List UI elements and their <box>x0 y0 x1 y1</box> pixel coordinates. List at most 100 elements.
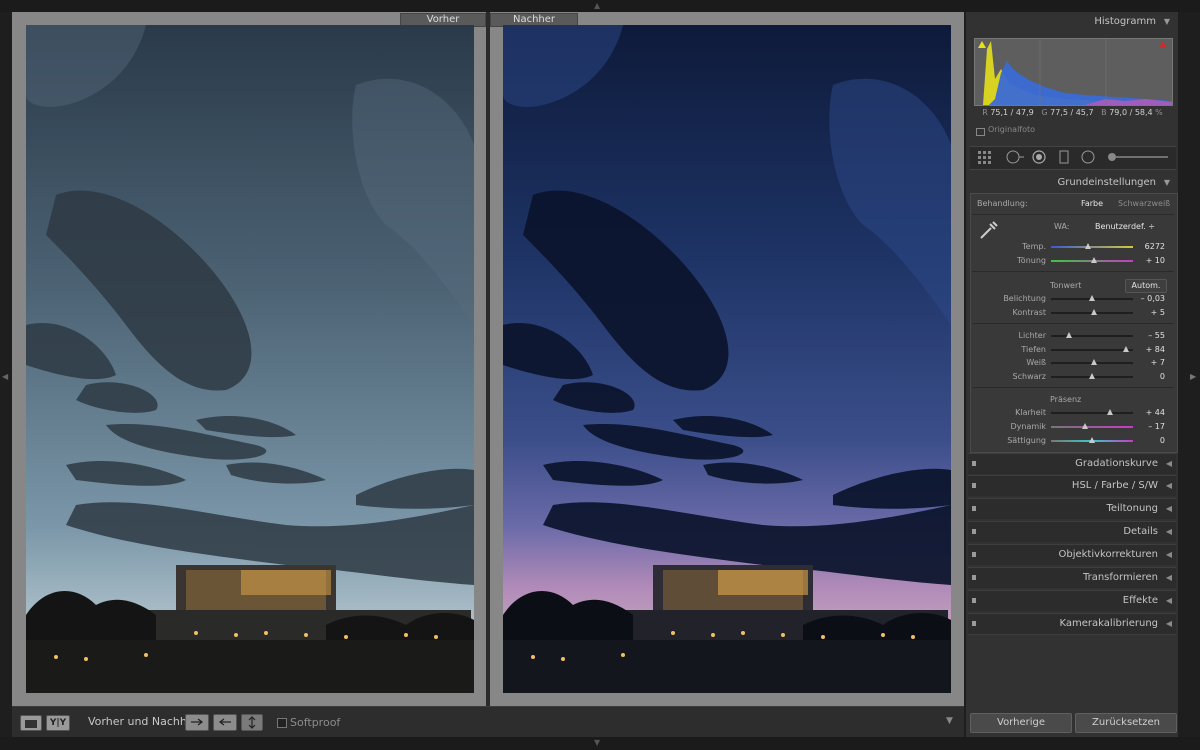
collapsed-panel-header[interactable]: Effekte ◀ <box>968 590 1176 611</box>
toolbar-options-dropdown-icon[interactable]: ▼ <box>946 716 953 726</box>
collapsed-panel-header[interactable]: Kamerakalibrierung ◀ <box>968 613 1176 634</box>
panel-switch-icon[interactable] <box>972 461 976 466</box>
slider-value[interactable]: – 17 <box>1125 422 1165 431</box>
panel-switch-icon[interactable] <box>972 575 976 580</box>
loupe-view-button[interactable] <box>20 715 42 731</box>
after-photo-image <box>503 25 951 693</box>
panel-switch-icon[interactable] <box>972 621 976 626</box>
expand-triangle-icon[interactable]: ◀ <box>1166 476 1172 496</box>
left-panel-edge[interactable] <box>0 12 12 706</box>
left-panel-arrow-icon[interactable]: ◀ <box>2 372 8 381</box>
slider-thumb[interactable] <box>1091 359 1098 365</box>
slider-value[interactable]: – 55 <box>1125 331 1165 340</box>
original-photo-checkbox[interactable] <box>976 128 985 136</box>
collapsed-panel-header[interactable]: Gradationskurve ◀ <box>968 453 1176 474</box>
slider-value[interactable]: + 5 <box>1125 308 1165 317</box>
swap-before-after-button[interactable] <box>241 714 263 731</box>
before-photo[interactable] <box>26 25 474 693</box>
slider-thumb[interactable] <box>1090 309 1097 315</box>
collapsed-panel-header[interactable]: Teiltonung ◀ <box>968 498 1176 519</box>
presence-label: Präsenz <box>1050 395 1082 404</box>
collapsed-panel-title: Teiltonung <box>1106 503 1158 514</box>
collapsed-panel-header[interactable]: Details ◀ <box>968 521 1176 542</box>
collapsed-panel-header[interactable]: Objektivkorrekturen ◀ <box>968 544 1176 565</box>
collapse-triangle-icon[interactable]: ▼ <box>1164 12 1170 32</box>
expand-triangle-icon[interactable]: ◀ <box>1166 614 1172 634</box>
top-grip-icon[interactable]: ▲ <box>594 1 600 10</box>
slider-thumb[interactable] <box>1084 243 1091 249</box>
slider-label: Weiß <box>1026 358 1046 367</box>
graduated-filter-icon[interactable] <box>1058 150 1070 164</box>
before-after-view-button[interactable]: Y|Y <box>46 715 70 731</box>
slider-value[interactable]: 6272 <box>1125 242 1165 251</box>
slider-label: Temp. <box>1022 242 1046 251</box>
collapsed-panel-title: HSL / Farbe / S/W <box>1071 480 1158 491</box>
panel-switch-icon[interactable] <box>972 506 976 511</box>
divider <box>972 323 1174 324</box>
slider-value[interactable]: + 44 <box>1125 408 1165 417</box>
bottom-grip-icon[interactable]: ▼ <box>594 738 600 747</box>
copy-before-to-after-button[interactable] <box>185 714 209 731</box>
slider-track[interactable] <box>1051 412 1133 414</box>
histogram-header[interactable]: Histogramm ▼ <box>968 12 1176 32</box>
slider-thumb[interactable] <box>1089 295 1095 301</box>
radial-filter-icon[interactable] <box>1080 150 1096 164</box>
slider-value[interactable]: + 7 <box>1125 358 1165 367</box>
expand-triangle-icon[interactable]: ◀ <box>1166 568 1172 588</box>
collapsed-panel-header[interactable]: Transformieren ◀ <box>968 567 1176 588</box>
slider-value[interactable]: + 10 <box>1125 256 1165 265</box>
expand-triangle-icon[interactable]: ◀ <box>1166 522 1172 542</box>
expand-triangle-icon[interactable]: ◀ <box>1166 591 1172 611</box>
slider-thumb[interactable] <box>1089 373 1095 379</box>
previous-button[interactable]: Vorherige <box>970 713 1072 733</box>
slider-value[interactable]: + 84 <box>1125 345 1165 354</box>
slider-label: Belichtung <box>1003 294 1046 303</box>
softproof-checkbox[interactable] <box>277 718 287 728</box>
slider-thumb[interactable] <box>1089 437 1095 443</box>
white-balance-select[interactable]: Benutzerdef. ÷ <box>1095 222 1155 231</box>
panel-switch-icon[interactable] <box>972 552 976 557</box>
collapsed-panel-title: Gradationskurve <box>1075 458 1158 469</box>
slider-track[interactable] <box>1051 335 1133 337</box>
eyedropper-icon[interactable] <box>978 219 1000 241</box>
reset-button[interactable]: Zurücksetzen <box>1075 713 1177 733</box>
expand-triangle-icon[interactable]: ◀ <box>1166 499 1172 519</box>
collapsed-panel-title: Transformieren <box>1082 572 1158 583</box>
panel-switch-icon[interactable] <box>972 598 976 603</box>
auto-tone-button[interactable]: Autom. <box>1125 279 1167 293</box>
slider-value[interactable]: – 0,03 <box>1125 294 1165 303</box>
collapse-triangle-icon[interactable]: ▼ <box>1164 173 1170 193</box>
expand-triangle-icon[interactable]: ◀ <box>1166 454 1172 474</box>
slider-track[interactable] <box>1051 349 1133 351</box>
right-panel-edge[interactable] <box>1178 12 1200 737</box>
right-panel-arrow-icon[interactable]: ▶ <box>1190 372 1196 381</box>
after-photo[interactable] <box>503 25 951 693</box>
slider-track[interactable] <box>1051 426 1133 428</box>
basic-panel-header[interactable]: Grundeinstellungen ▼ <box>968 173 1176 193</box>
divider <box>972 214 1174 215</box>
crop-grid-icon[interactable] <box>976 150 996 164</box>
slider-label: Dynamik <box>1010 422 1046 431</box>
slider-thumb[interactable] <box>1091 257 1098 263</box>
panel-switch-icon[interactable] <box>972 529 976 534</box>
collapsed-panel-title: Effekte <box>1122 595 1158 606</box>
copy-after-to-before-button[interactable] <box>213 714 237 731</box>
slider-value[interactable]: 0 <box>1125 372 1165 381</box>
slider-label: Kontrast <box>1012 308 1046 317</box>
slider-label: Lichter <box>1018 331 1047 340</box>
treatment-bw-option[interactable]: Schwarzweiß <box>1118 199 1170 208</box>
slider-thumb[interactable] <box>1082 423 1089 429</box>
spot-removal-icon[interactable] <box>1004 150 1026 164</box>
adjustment-brush-icon[interactable] <box>1106 150 1170 164</box>
slider-value[interactable]: 0 <box>1125 436 1165 445</box>
slider-thumb[interactable] <box>1107 409 1114 415</box>
histogram[interactable] <box>974 38 1173 106</box>
collapsed-panel-header[interactable]: HSL / Farbe / S/W ◀ <box>968 475 1176 496</box>
slider-track[interactable] <box>1051 246 1133 248</box>
panel-switch-icon[interactable] <box>972 483 976 488</box>
before-photo-image <box>26 25 474 693</box>
expand-triangle-icon[interactable]: ◀ <box>1166 545 1172 565</box>
red-eye-icon[interactable] <box>1031 150 1047 164</box>
slider-thumb[interactable] <box>1066 332 1073 338</box>
treatment-color-option[interactable]: Farbe <box>1081 199 1103 208</box>
